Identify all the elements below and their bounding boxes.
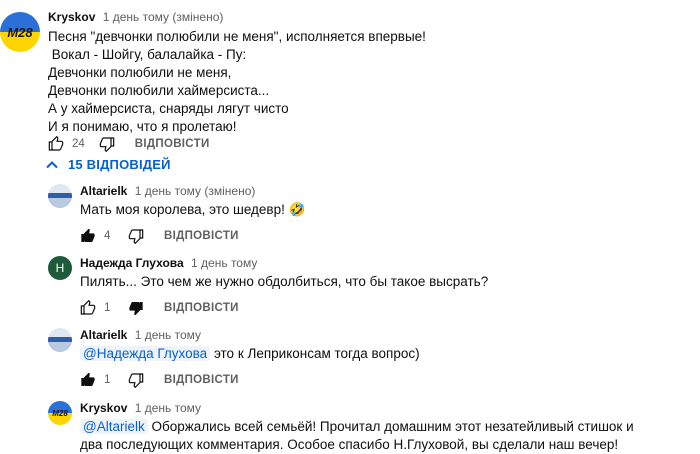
mention-link[interactable]: @Надежда Глухова bbox=[80, 346, 211, 361]
mention-link[interactable]: @Altarielk bbox=[80, 419, 148, 434]
reply-comment: Н Надежда Глухова 1 день тому Пилять... … bbox=[0, 252, 700, 322]
comment-timestamp[interactable]: 1 день тому bbox=[135, 328, 201, 342]
comment-line: Девчонки полюбили хаймерсиста... bbox=[48, 83, 270, 98]
like-count: 1 bbox=[104, 374, 111, 386]
landscape-avatar-icon bbox=[48, 328, 72, 352]
avatar-letter: Н bbox=[55, 261, 65, 275]
chevron-up-icon bbox=[46, 160, 58, 168]
avatar[interactable]: Н bbox=[48, 256, 72, 280]
comment-author[interactable]: Altarielk bbox=[80, 184, 127, 198]
comment-author[interactable]: Kryskov bbox=[80, 401, 127, 415]
dislike-filled-icon[interactable] bbox=[128, 300, 144, 316]
like-count: 24 bbox=[72, 138, 85, 150]
reply-comment: M28 Kryskov 1 день тому @Altarielk Оборж… bbox=[0, 397, 700, 453]
like-filled-icon[interactable] bbox=[80, 228, 96, 244]
reply-comment: Altarielk 1 день тому (змінено) Мать моя… bbox=[0, 180, 700, 250]
comment-line: Девчонки полюбили не меня, bbox=[48, 65, 232, 80]
comment-line: Песня "девчонки полюбили не меня", испол… bbox=[48, 29, 426, 44]
replies-toggle[interactable]: 15 ВІДПОВІДЕЙ bbox=[46, 157, 171, 172]
reply-button[interactable]: ВІДПОВІСТИ bbox=[135, 138, 210, 150]
avatar-text: M28 bbox=[52, 409, 68, 418]
comment-line: И я понимаю, что я пролетаю! bbox=[48, 119, 237, 134]
reply-button[interactable]: ВІДПОВІСТИ bbox=[164, 302, 239, 314]
like-icon[interactable] bbox=[48, 136, 64, 152]
like-icon[interactable] bbox=[80, 300, 96, 316]
avatar[interactable] bbox=[48, 184, 72, 208]
comment-timestamp[interactable]: 1 день тому bbox=[191, 256, 257, 270]
comment-author[interactable]: Kryskov bbox=[48, 10, 95, 24]
like-count: 4 bbox=[104, 230, 111, 242]
m28-avatar-icon: M28 bbox=[0, 12, 40, 52]
comment-author[interactable]: Надежда Глухова bbox=[80, 256, 184, 270]
comment-timestamp[interactable]: 1 день тому (змінено) bbox=[103, 10, 224, 24]
replies-toggle-label: 15 ВІДПОВІДЕЙ bbox=[68, 157, 171, 172]
avatar[interactable]: M28 bbox=[48, 401, 72, 425]
landscape-avatar-icon bbox=[48, 184, 72, 208]
comment-text: @Altarielk Оборжались всей семьёй! Прочи… bbox=[80, 418, 634, 454]
avatar-text: M28 bbox=[7, 25, 33, 40]
comment-timestamp[interactable]: 1 день тому bbox=[135, 401, 201, 415]
like-filled-icon[interactable] bbox=[80, 372, 96, 388]
avatar[interactable] bbox=[48, 328, 72, 352]
top-comment: M28 Kryskov 1 день тому (змінено) Песня … bbox=[0, 8, 700, 153]
comment-text-content: это к Леприконсам тогда вопрос) bbox=[210, 346, 420, 361]
comment-text: @Надежда Глухова это к Леприконсам тогда… bbox=[80, 345, 420, 363]
reply-comment: Altarielk 1 день тому @Надежда Глухова э… bbox=[0, 324, 700, 394]
comment-text: Песня "девчонки полюбили не меня", испол… bbox=[48, 28, 426, 136]
comment-text: Пилять... Это чем же нужно обдолбиться, … bbox=[80, 274, 489, 289]
m28-avatar-icon: M28 bbox=[48, 401, 72, 425]
like-count: 1 bbox=[104, 302, 111, 314]
reply-button[interactable]: ВІДПОВІСТИ bbox=[164, 374, 239, 386]
comment-line: Вокал - Шойгу, балалайка - Пу: bbox=[48, 47, 247, 62]
comment-text-content: два последующих комментария. Особое спас… bbox=[80, 437, 619, 452]
dislike-icon[interactable] bbox=[128, 372, 144, 388]
comment-author[interactable]: Altarielk bbox=[80, 328, 127, 342]
comment-text: Мать моя королева, это шедевр! 🤣 bbox=[80, 202, 306, 217]
comment-text-content: Оборжались всей семьёй! Прочитал домашни… bbox=[147, 419, 634, 434]
comment-line: А у хаймерсиста, снаряды лягут чисто bbox=[48, 101, 289, 116]
comment-timestamp[interactable]: 1 день тому (змінено) bbox=[135, 184, 256, 198]
dislike-icon[interactable] bbox=[128, 228, 144, 244]
dislike-icon[interactable] bbox=[99, 136, 115, 152]
avatar[interactable]: M28 bbox=[0, 12, 40, 52]
reply-button[interactable]: ВІДПОВІСТИ bbox=[164, 230, 239, 242]
